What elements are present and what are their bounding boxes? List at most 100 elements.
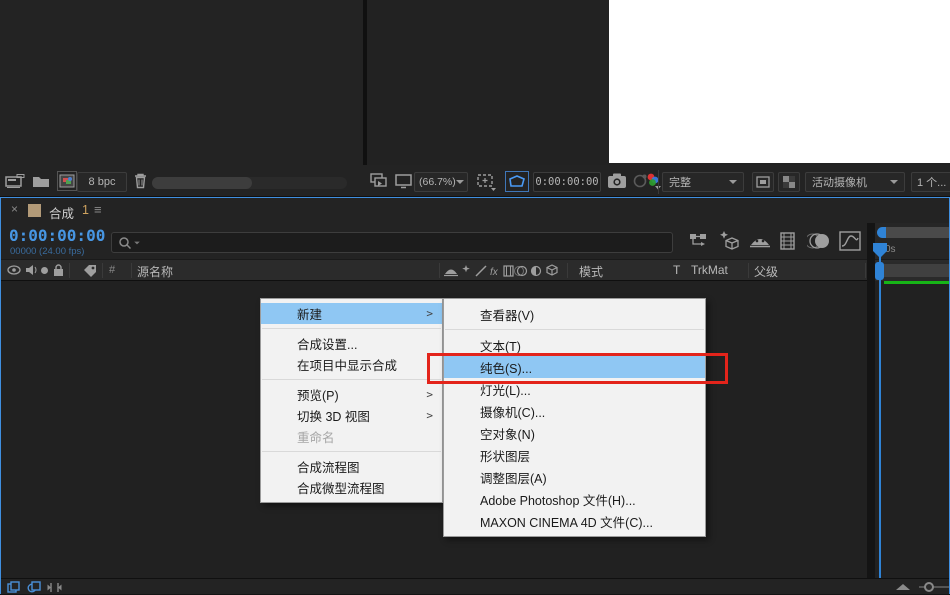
menu-separator bbox=[262, 451, 441, 452]
view-layout-dropdown[interactable]: 1 个... bbox=[911, 172, 950, 192]
magnification-dropdown[interactable]: (66.7%) bbox=[414, 172, 468, 192]
search-input[interactable] bbox=[111, 232, 673, 253]
column-t[interactable]: T bbox=[673, 263, 680, 277]
composition-viewport[interactable] bbox=[609, 0, 950, 163]
target-region-icon[interactable] bbox=[752, 172, 774, 192]
frame-blending-icon[interactable] bbox=[779, 231, 799, 251]
snapshot-camera-icon[interactable] bbox=[607, 172, 627, 189]
timeline-header-row: # 源名称 fx 模 bbox=[1, 259, 949, 281]
panel-menu-icon[interactable]: ≡ bbox=[94, 202, 102, 217]
shy-layers-icon[interactable] bbox=[749, 233, 771, 249]
comp-mini-flowchart-icon[interactable] bbox=[689, 232, 709, 250]
timeline-tab-number: 1 bbox=[82, 203, 89, 217]
chevron-down-icon bbox=[729, 180, 737, 184]
context-menu: 新建 > 合成设置...在项目中显示合成预览(P) > 切换 3D 视图 > 重命名合成流程… bbox=[260, 298, 443, 503]
submenu-arrow-icon: > bbox=[426, 409, 433, 422]
timeline-tab-label[interactable]: 合成 bbox=[49, 203, 74, 222]
after-effects-window: 8 bpc (66.7%) 0:00:00:00 完整 bbox=[0, 0, 950, 595]
menu-item-preview[interactable]: 预览(P) > bbox=[261, 384, 442, 405]
playhead-line[interactable] bbox=[879, 246, 881, 578]
menu-item-shape-layer[interactable]: 形状图层 bbox=[444, 444, 705, 466]
new-folder-icon[interactable] bbox=[32, 174, 50, 188]
solo-icon[interactable] bbox=[41, 267, 48, 274]
menu-item-label: 合成设置... bbox=[297, 334, 357, 353]
lock-icon[interactable] bbox=[53, 264, 64, 277]
menu-item-rename[interactable]: 重命名 bbox=[261, 426, 442, 447]
project-scrollbar-track[interactable] bbox=[152, 177, 347, 189]
rendered-frames-bar bbox=[884, 281, 949, 284]
menu-item-adjustment-layer[interactable]: 调整图层(A) bbox=[444, 466, 705, 488]
menu-item-composition-flowchart[interactable]: 合成流程图 bbox=[261, 456, 442, 477]
main-viewer-icon[interactable] bbox=[395, 173, 412, 189]
label-tag-icon[interactable] bbox=[83, 264, 97, 277]
always-preview-icon[interactable] bbox=[370, 173, 388, 189]
menu-item-new[interactable]: 新建 > bbox=[261, 303, 442, 324]
render-queue-icon[interactable] bbox=[5, 174, 25, 189]
timeline-zoom-slider-knob[interactable] bbox=[924, 582, 934, 592]
expand-in-out-panes-icon[interactable] bbox=[47, 581, 62, 594]
column-mode[interactable]: 模式 bbox=[579, 263, 603, 280]
expand-transfer-controls-icon[interactable] bbox=[27, 581, 41, 594]
expand-layer-switches-icon[interactable] bbox=[7, 581, 21, 594]
camera-view-dropdown[interactable]: 活动摄像机 bbox=[805, 172, 905, 192]
menu-item-switch-3d-view[interactable]: 切换 3D 视图 > bbox=[261, 405, 442, 426]
transparency-grid-icon[interactable] bbox=[778, 172, 800, 192]
column-trkmat[interactable]: TrkMat bbox=[691, 263, 728, 277]
submenu-arrow-icon: > bbox=[426, 388, 433, 401]
time-navigator-start-handle[interactable] bbox=[877, 227, 886, 238]
draft-3d-icon[interactable] bbox=[719, 230, 741, 251]
menu-item-label: 文本(T) bbox=[480, 336, 521, 355]
menu-item-cinema4d-file[interactable]: MAXON CINEMA 4D 文件(C)... bbox=[444, 510, 705, 532]
resolution-value: 完整 bbox=[669, 174, 691, 190]
menu-item-null-object[interactable]: 空对象(N) bbox=[444, 422, 705, 444]
column-parent[interactable]: 父级 bbox=[754, 263, 778, 280]
new-submenu: 查看器(V)文本(T)纯色(S)...灯光(L)...摄像机(C)...空对象(… bbox=[443, 298, 706, 537]
menu-item-label: 重命名 bbox=[297, 427, 335, 446]
playhead-marker[interactable] bbox=[872, 242, 888, 259]
region-of-interest-icon[interactable] bbox=[476, 172, 498, 192]
motion-blur-icon[interactable] bbox=[807, 232, 831, 250]
search-options-chevron-icon[interactable] bbox=[134, 241, 140, 244]
menu-item-composition-mini-flowchart[interactable]: 合成微型流程图 bbox=[261, 477, 442, 498]
preview-timecode[interactable]: 0:00:00:00 bbox=[533, 172, 601, 192]
menu-item-composition-settings[interactable]: 合成设置... bbox=[261, 333, 442, 354]
menu-item-camera[interactable]: 摄像机(C)... bbox=[444, 400, 705, 422]
graph-editor-icon[interactable] bbox=[839, 231, 861, 251]
zoom-out-mountain-icon[interactable] bbox=[894, 583, 912, 591]
menu-item-label: MAXON CINEMA 4D 文件(C)... bbox=[480, 512, 653, 531]
menu-item-label: 新建 bbox=[297, 304, 322, 323]
column-index[interactable]: # bbox=[109, 264, 115, 276]
project-scrollbar-thumb[interactable] bbox=[152, 177, 252, 189]
menu-item-photoshop-file[interactable]: Adobe Photoshop 文件(H)... bbox=[444, 488, 705, 510]
menu-item-label: 合成流程图 bbox=[297, 457, 360, 476]
menu-item-viewer[interactable]: 查看器(V) bbox=[444, 303, 705, 325]
resolution-dropdown[interactable]: 完整 bbox=[662, 172, 744, 192]
chevron-down-icon bbox=[456, 180, 464, 184]
work-area-bar[interactable] bbox=[884, 264, 949, 277]
menu-item-label: 预览(P) bbox=[297, 385, 339, 404]
video-eye-icon[interactable] bbox=[7, 265, 21, 275]
camera-view-value: 活动摄像机 bbox=[812, 174, 867, 190]
bit-depth-button[interactable]: 8 bpc bbox=[77, 172, 127, 192]
submenu-arrow-icon: > bbox=[426, 307, 433, 320]
menu-item-label: 切换 3D 视图 bbox=[297, 406, 370, 425]
menu-item-reveal-composition-in-project[interactable]: 在项目中显示合成 bbox=[261, 354, 442, 375]
magnification-value: (66.7%) bbox=[419, 176, 456, 188]
menu-separator bbox=[262, 379, 441, 380]
view-layout-value: 1 个... bbox=[917, 174, 946, 190]
create-comp-icon[interactable] bbox=[57, 171, 77, 191]
audio-speaker-icon[interactable] bbox=[25, 264, 37, 276]
menu-item-label: 合成微型流程图 bbox=[297, 478, 385, 497]
menu-item-label: 查看器(V) bbox=[480, 305, 534, 324]
project-panel[interactable] bbox=[0, 0, 363, 165]
column-source-name[interactable]: 源名称 bbox=[137, 263, 173, 280]
time-navigator-bar[interactable] bbox=[885, 227, 949, 238]
toggle-mask-visibility-icon[interactable] bbox=[505, 171, 529, 192]
menu-separator bbox=[445, 329, 704, 330]
trash-icon[interactable] bbox=[133, 172, 148, 189]
timeline-column-divider[interactable] bbox=[867, 223, 875, 578]
menu-item-label: 调整图层(A) bbox=[480, 468, 547, 487]
frame-info: 00000 (24.00 fps) bbox=[10, 246, 84, 257]
close-icon[interactable]: × bbox=[11, 202, 18, 216]
current-timecode[interactable]: 0:00:00:00 bbox=[9, 226, 105, 245]
